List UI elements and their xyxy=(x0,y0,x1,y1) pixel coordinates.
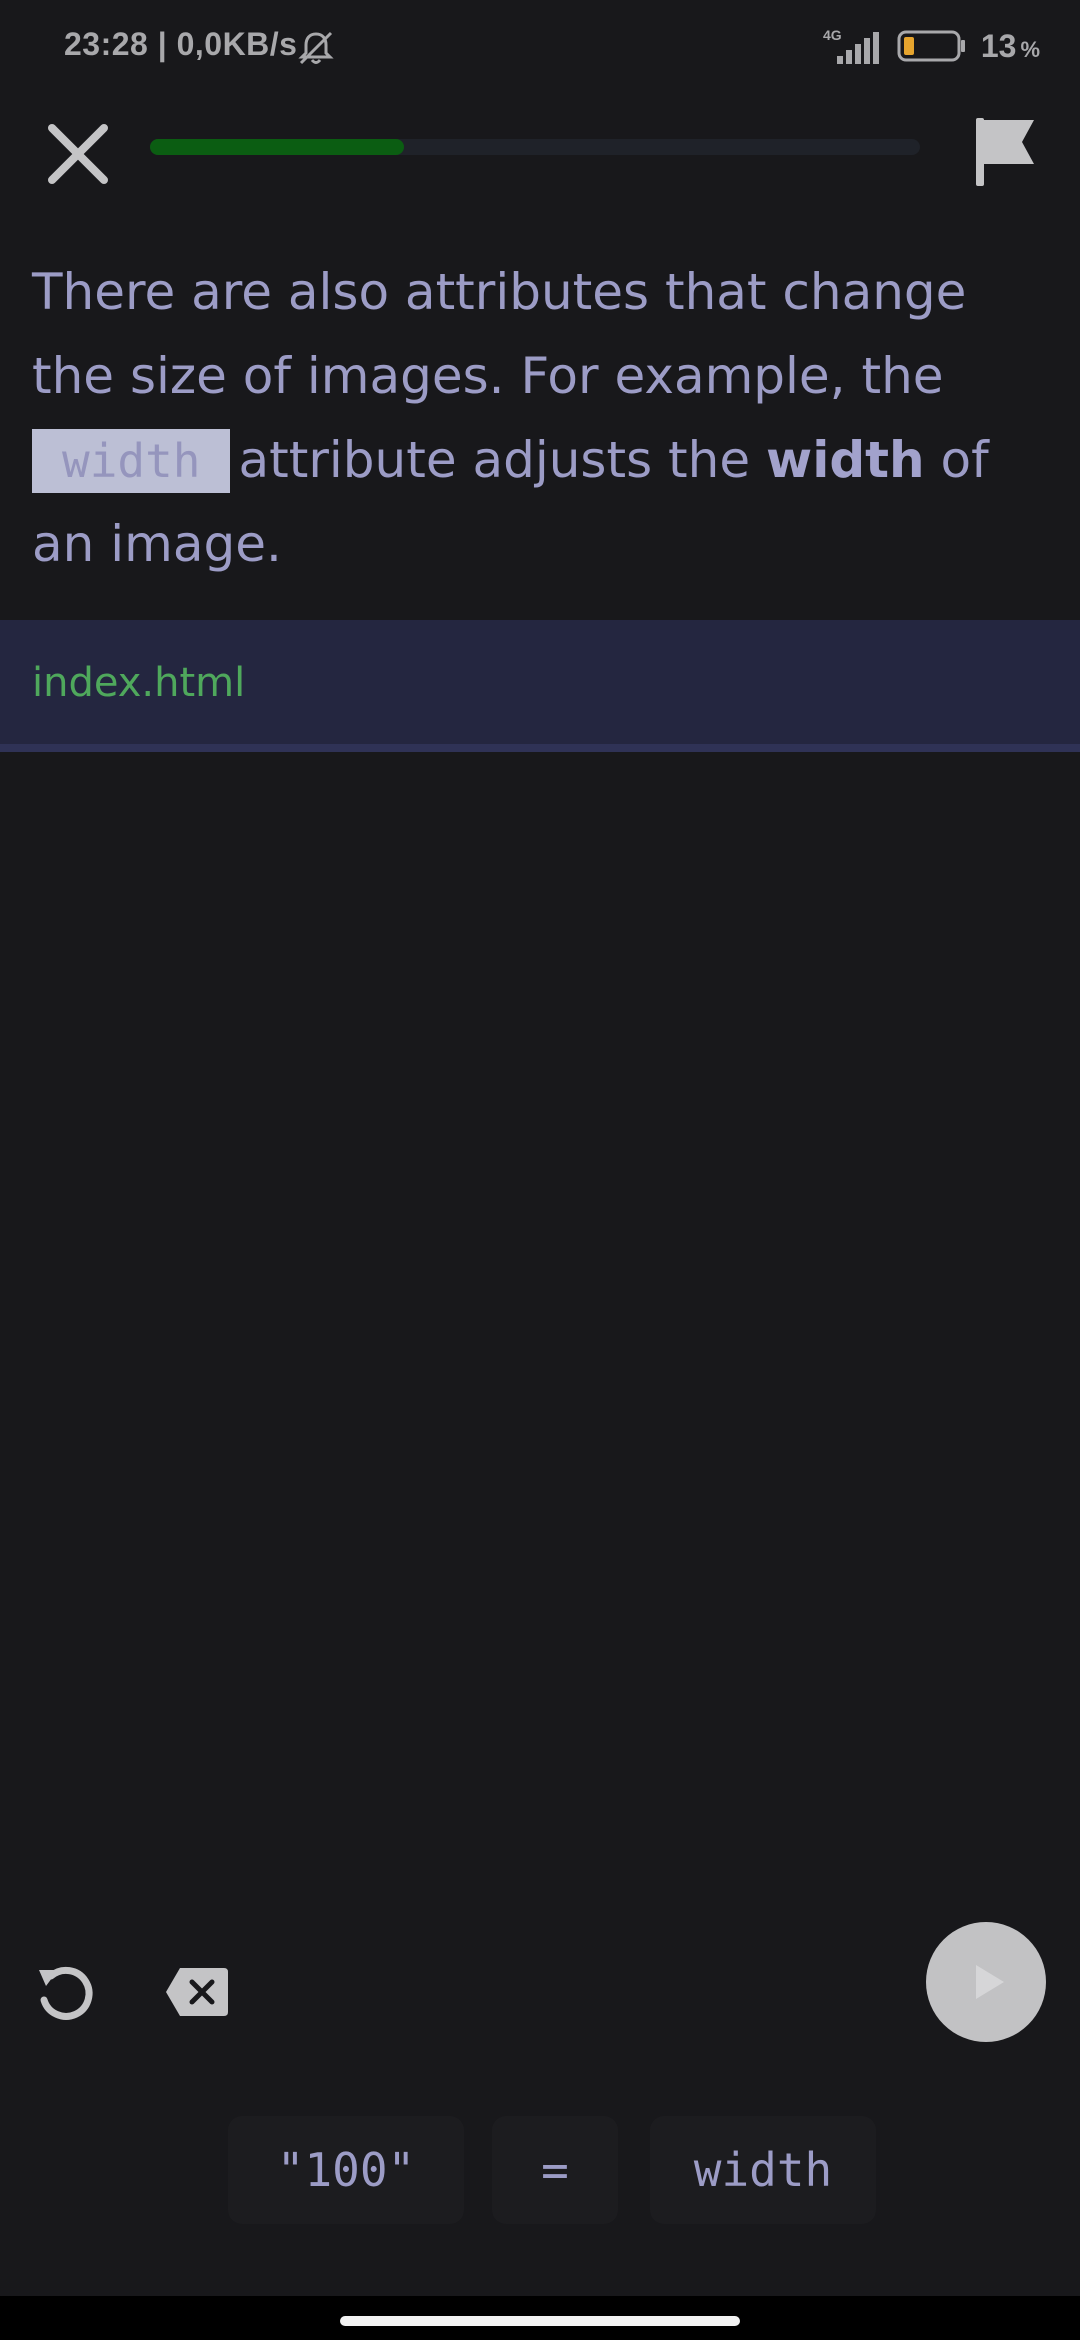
home-indicator xyxy=(0,2296,1080,2340)
flag-icon[interactable] xyxy=(968,112,1042,192)
lesson-bold: width xyxy=(766,431,925,489)
lesson-text: There are also attributes that change th… xyxy=(32,250,1052,586)
play-icon xyxy=(976,1965,1004,1999)
lesson-progress-fill xyxy=(150,139,405,155)
code-chip: width xyxy=(32,429,231,493)
token-button[interactable]: "100" xyxy=(228,2116,464,2224)
lesson-text-middle: attribute adjusts the xyxy=(238,431,751,489)
network-type: 4G xyxy=(823,27,842,43)
close-icon[interactable] xyxy=(38,114,118,194)
status-right: 4G 13% xyxy=(821,26,1040,66)
battery-percent: 13% xyxy=(980,27,1040,64)
lesson-progress-bar xyxy=(150,139,920,155)
reset-icon[interactable] xyxy=(34,1962,96,2024)
home-bar[interactable] xyxy=(340,2316,740,2326)
bell-off-icon xyxy=(298,31,334,65)
run-button[interactable] xyxy=(926,1922,1046,2042)
status-time: 23:28 | 0,0KB/s xyxy=(64,26,298,62)
token-button[interactable]: = xyxy=(492,2116,618,2224)
token-bank: "100" = width xyxy=(0,2116,1080,2224)
lesson-top-bar xyxy=(0,96,1080,200)
file-tab[interactable]: index.html xyxy=(0,620,1080,752)
file-tab-name: index.html xyxy=(32,660,246,706)
lesson-text-before: There are also attributes that change th… xyxy=(32,263,967,405)
status-bar: 23:28 | 0,0KB/s 4G 13% xyxy=(0,0,1080,96)
token-button[interactable]: width xyxy=(650,2116,876,2224)
battery-icon xyxy=(897,30,965,62)
signal-icon: 4G xyxy=(823,27,879,64)
backspace-icon[interactable] xyxy=(164,1966,230,2018)
lesson-paragraph: There are also attributes that change th… xyxy=(32,250,1052,586)
